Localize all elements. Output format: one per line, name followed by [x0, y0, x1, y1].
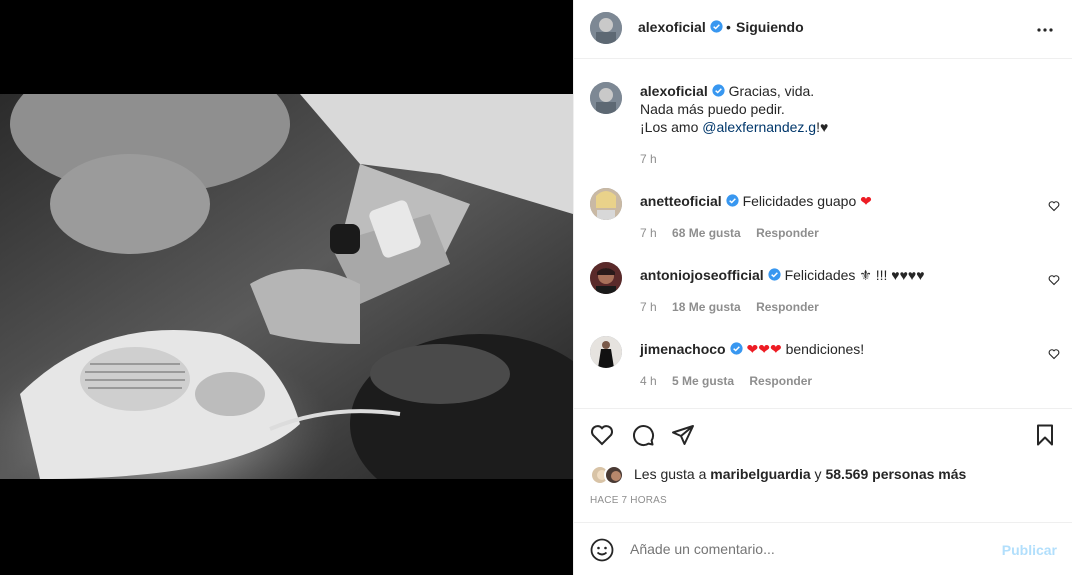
post-header: alexoficial • Siguiendo	[574, 0, 1072, 59]
comment-icon[interactable]	[631, 423, 655, 447]
comment-likes[interactable]: 68 Me gusta	[672, 226, 741, 240]
comment-meta: 4 h 5 Me gusta Responder	[640, 374, 824, 388]
comment-body-tail: !!! ♥♥♥♥	[875, 267, 925, 283]
reply-button[interactable]: Responder	[756, 300, 819, 314]
post-time-ago[interactable]: HACE 7 HORAS	[590, 495, 667, 506]
following-button[interactable]: Siguiendo	[736, 19, 804, 35]
caption-text: alexoficial Gracias, vida. Nada más pued…	[640, 82, 1040, 136]
author-username-wrap[interactable]: alexoficial	[638, 19, 723, 35]
fleur-de-lis-emoji: ⚜	[859, 267, 872, 283]
add-comment-bar: Publicar	[574, 522, 1072, 575]
comment-like-heart-icon[interactable]	[1048, 348, 1060, 360]
liker-avatar	[604, 465, 624, 485]
comment-text: anetteoficial Felicidades guapo ❤	[640, 192, 872, 210]
comment-item: jimenachoco ❤❤❤ bendiciones! 4 h 5 Me gu…	[590, 336, 1060, 396]
comment-input[interactable]	[630, 541, 990, 557]
comment-time[interactable]: 7 h	[640, 226, 657, 240]
likes-joiner: y	[814, 466, 822, 482]
caption-line-3: ¡Los amo	[640, 119, 703, 135]
comments-list[interactable]: alexoficial Gracias, vida. Nada más pued…	[574, 60, 1072, 408]
comment-meta: 7 h 18 Me gusta Responder	[640, 300, 831, 314]
post-photo[interactable]	[0, 94, 573, 479]
likes-others[interactable]: 58.569 personas más	[825, 466, 966, 482]
comment-likes[interactable]: 5 Me gusta	[672, 374, 734, 388]
comment-like-heart-icon[interactable]	[1048, 200, 1060, 212]
comment-text: jimenachoco ❤❤❤ bendiciones!	[640, 340, 864, 358]
caption-meta: 7 h	[640, 152, 669, 166]
more-options-icon[interactable]	[1033, 18, 1057, 42]
comment-time[interactable]: 4 h	[640, 374, 657, 388]
reply-button[interactable]: Responder	[749, 374, 812, 388]
bookmark-icon[interactable]	[1033, 423, 1057, 447]
post-actions: Les gusta a maribelguardia y 58.569 pers…	[574, 408, 1072, 522]
verified-badge-icon	[768, 268, 781, 281]
post-side-panel: alexoficial • Siguiendo alexoficial Grac…	[573, 0, 1072, 575]
caption-tail: !♥	[816, 119, 829, 135]
publish-button[interactable]: Publicar	[1002, 542, 1057, 558]
caption-time[interactable]: 7 h	[640, 152, 657, 166]
comment-meta: 7 h 68 Me gusta Responder	[640, 226, 831, 240]
caption-username[interactable]: alexoficial	[640, 83, 708, 99]
comment-item: antoniojoseofficial Felicidades ⚜ !!! ♥♥…	[590, 262, 1060, 322]
author-avatar[interactable]	[590, 82, 622, 114]
comment-likes[interactable]: 18 Me gusta	[672, 300, 741, 314]
separator-dot: •	[726, 19, 731, 35]
red-heart-emoji: ❤	[860, 193, 872, 209]
likes-text: Les gusta a maribelguardia y 58.569 pers…	[634, 466, 966, 482]
reply-button[interactable]: Responder	[756, 226, 819, 240]
paper-plane-icon[interactable]	[671, 423, 695, 447]
red-hearts-emoji: ❤❤❤	[746, 341, 782, 357]
commenter-username[interactable]: antoniojoseofficial	[640, 267, 764, 283]
commenter-avatar[interactable]	[590, 336, 622, 368]
comment-body: bendiciones!	[785, 341, 865, 357]
commenter-avatar[interactable]	[590, 262, 622, 294]
commenter-username[interactable]: jimenachoco	[640, 341, 726, 357]
comment-text: antoniojoseofficial Felicidades ⚜ !!! ♥♥…	[640, 266, 925, 284]
verified-badge-icon	[710, 20, 723, 33]
liker-username[interactable]: maribelguardia	[710, 466, 810, 482]
comment-like-heart-icon[interactable]	[1048, 274, 1060, 286]
author-username[interactable]: alexoficial	[638, 19, 706, 35]
caption-line-1: Gracias, vida.	[728, 83, 815, 99]
comment-time[interactable]: 7 h	[640, 300, 657, 314]
comment-body: Felicidades guapo	[742, 193, 857, 209]
heart-icon[interactable]	[590, 423, 614, 447]
caption-mention-link[interactable]: @alexfernandez.g	[702, 119, 816, 135]
author-avatar[interactable]	[590, 12, 622, 44]
verified-badge-icon	[712, 84, 725, 97]
commenter-username[interactable]: anetteoficial	[640, 193, 722, 209]
comment-body: Felicidades	[784, 267, 856, 283]
verified-badge-icon	[726, 194, 739, 207]
caption-line-2: Nada más puedo pedir.	[640, 101, 785, 117]
emoji-icon[interactable]	[590, 538, 614, 562]
commenter-avatar[interactable]	[590, 188, 622, 220]
likes-prefix: Les gusta a	[634, 466, 707, 482]
post-media	[0, 0, 573, 575]
comment-item: anetteoficial Felicidades guapo ❤ 7 h 68…	[590, 188, 1060, 248]
verified-badge-icon	[730, 342, 743, 355]
